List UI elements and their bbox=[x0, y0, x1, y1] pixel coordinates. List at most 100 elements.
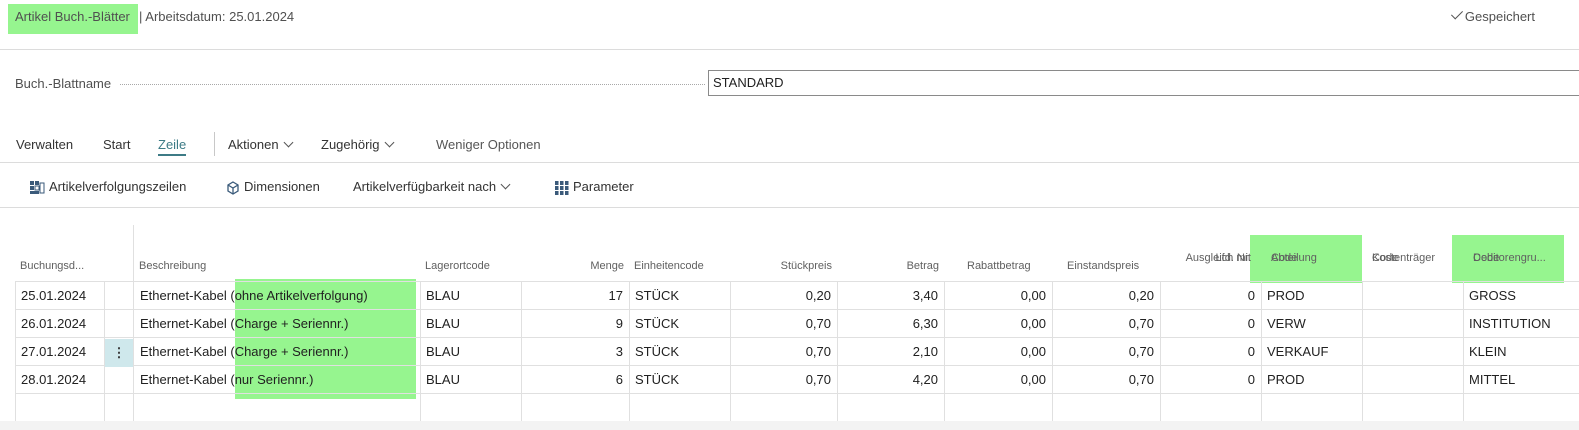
fewer-options-button[interactable]: Weniger Optionen bbox=[436, 136, 541, 154]
customer-group-cell[interactable]: KLEIN bbox=[1463, 338, 1579, 366]
amount-cell[interactable]: 4,20 bbox=[837, 366, 944, 394]
department-code-cell[interactable]: VERKAUF bbox=[1261, 338, 1362, 366]
col-header-unit-cost[interactable]: Einstandspreis bbox=[1052, 225, 1160, 282]
discount-cell[interactable]: 0,00 bbox=[944, 366, 1052, 394]
chevron-down-icon bbox=[384, 137, 394, 148]
cost-carrier-cell[interactable] bbox=[1362, 338, 1463, 366]
quantity-cell[interactable]: 3 bbox=[521, 338, 629, 366]
location-cell[interactable]: BLAU bbox=[420, 310, 521, 338]
description-note: (nur Seriennr.) bbox=[230, 372, 314, 387]
description-cell[interactable]: Ethernet-Kabel (Charge + Seriennr.) bbox=[134, 310, 420, 338]
batch-name-label: Buch.-Blattname bbox=[15, 76, 112, 91]
unit-price-cell[interactable]: 0,70 bbox=[730, 338, 837, 366]
customer-group-cell[interactable]: MITTEL bbox=[1463, 366, 1579, 394]
unit-cost-cell[interactable]: 0,70 bbox=[1052, 338, 1160, 366]
unit-price-cell[interactable]: 0,20 bbox=[730, 282, 837, 310]
unit-cell[interactable]: STÜCK bbox=[629, 310, 730, 338]
applies-to-entry-cell[interactable]: 0 bbox=[1160, 366, 1261, 394]
col-header-customer-group-code[interactable]: Debitorengru... Code bbox=[1463, 225, 1579, 282]
more-vertical-icon: ⋮ bbox=[112, 345, 126, 360]
tab-actions-label: Aktionen bbox=[228, 137, 279, 152]
customer-group-cell[interactable]: INSTITUTION bbox=[1463, 310, 1579, 338]
quantity-cell[interactable]: 9 bbox=[521, 310, 629, 338]
chevron-down-icon bbox=[283, 137, 294, 148]
description-item: Ethernet-Kabel bbox=[140, 344, 227, 359]
tab-actions[interactable]: Aktionen bbox=[228, 136, 294, 154]
posting-date-cell[interactable]: 25.01.2024 bbox=[15, 282, 104, 310]
divider bbox=[0, 49, 1579, 50]
description-item: Ethernet-Kabel bbox=[140, 316, 227, 331]
col-header-cost-carrier-code[interactable]: Kostenträger Code bbox=[1362, 225, 1463, 282]
field-leader-dots bbox=[120, 84, 705, 85]
item-tracking-label: Artikelverfolgungszeilen bbox=[49, 179, 187, 194]
checkmark-icon bbox=[1450, 7, 1463, 20]
col-header-unit[interactable]: Einheitencode bbox=[629, 225, 730, 282]
customer-group-cell[interactable]: GROSS bbox=[1463, 282, 1579, 310]
col-header-applies-to-entry[interactable]: Ausgleich mit Lfd. Nr. bbox=[1160, 225, 1261, 282]
amount-cell[interactable]: 6,30 bbox=[837, 310, 944, 338]
journal-lines-grid: Buchungsd... Beschreibung Lagerortcode M… bbox=[0, 225, 1579, 421]
unit-cost-cell[interactable]: 0,70 bbox=[1052, 310, 1160, 338]
applies-to-entry-cell[interactable]: 0 bbox=[1160, 338, 1261, 366]
applies-to-entry-cell[interactable]: 0 bbox=[1160, 310, 1261, 338]
col-header-quantity[interactable]: Menge bbox=[521, 225, 629, 282]
discount-cell[interactable]: 0,00 bbox=[944, 338, 1052, 366]
discount-cell[interactable]: 0,00 bbox=[944, 310, 1052, 338]
description-note: (Charge + Seriennr.) bbox=[230, 344, 349, 359]
description-cell[interactable]: Ethernet-Kabel (nur Seriennr.) bbox=[134, 366, 420, 394]
grid-footer bbox=[0, 421, 1579, 430]
item-availability-button[interactable]: Artikelverfügbarkeit nach bbox=[353, 178, 511, 196]
location-cell[interactable]: BLAU bbox=[420, 338, 521, 366]
col-header-amount[interactable]: Betrag bbox=[837, 225, 944, 282]
description-cell[interactable]: Ethernet-Kabel (Charge + Seriennr.) bbox=[134, 338, 420, 366]
department-code-cell[interactable]: VERW bbox=[1261, 310, 1362, 338]
discount-cell[interactable]: 0,00 bbox=[944, 282, 1052, 310]
saved-label: Gespeichert bbox=[1464, 9, 1535, 24]
tab-start[interactable]: Start bbox=[103, 136, 130, 154]
item-tracking-lines-button[interactable]: Artikelverfolgungszeilen bbox=[30, 178, 186, 196]
tab-manage[interactable]: Verwalten bbox=[16, 136, 73, 154]
location-cell[interactable]: BLAU bbox=[420, 282, 521, 310]
unit-cost-cell[interactable]: 0,70 bbox=[1052, 366, 1160, 394]
description-item: Ethernet-Kabel bbox=[140, 372, 227, 387]
quantity-cell[interactable]: 17 bbox=[521, 282, 629, 310]
unit-price-cell[interactable]: 0,70 bbox=[730, 310, 837, 338]
col-header-unit-price[interactable]: Stückpreis bbox=[730, 225, 837, 282]
item-tracking-icon bbox=[30, 180, 45, 194]
unit-cost-cell[interactable]: 0,20 bbox=[1052, 282, 1160, 310]
col-header-discount[interactable]: Rabattbetrag bbox=[944, 225, 1052, 282]
col-header-location[interactable]: Lagerortcode bbox=[420, 225, 521, 282]
cost-carrier-cell[interactable] bbox=[1362, 310, 1463, 338]
cost-carrier-cell[interactable] bbox=[1362, 282, 1463, 310]
col-header-department-code[interactable]: Abteilung Code bbox=[1261, 225, 1362, 282]
dimensions-label: Dimensionen bbox=[244, 179, 320, 194]
tab-separator bbox=[214, 132, 215, 156]
description-item: Ethernet-Kabel bbox=[140, 288, 227, 303]
amount-cell[interactable]: 3,40 bbox=[837, 282, 944, 310]
posting-date-cell[interactable]: 26.01.2024 bbox=[15, 310, 104, 338]
applies-to-entry-cell[interactable]: 0 bbox=[1160, 282, 1261, 310]
batch-name-input[interactable]: STANDARD bbox=[708, 70, 1579, 96]
department-code-cell[interactable]: PROD bbox=[1261, 282, 1362, 310]
unit-price-cell[interactable]: 0,70 bbox=[730, 366, 837, 394]
unit-cell[interactable]: STÜCK bbox=[629, 338, 730, 366]
location-cell[interactable]: BLAU bbox=[420, 366, 521, 394]
tab-line[interactable]: Zeile bbox=[158, 136, 187, 156]
unit-cell[interactable]: STÜCK bbox=[629, 366, 730, 394]
item-availability-label: Artikelverfügbarkeit nach bbox=[353, 179, 497, 194]
dimensions-icon bbox=[227, 180, 239, 195]
dimensions-button[interactable]: Dimensionen bbox=[226, 178, 320, 196]
unit-cell[interactable]: STÜCK bbox=[629, 282, 730, 310]
col-header-description[interactable]: Beschreibung bbox=[134, 225, 420, 282]
amount-cell[interactable]: 2,10 bbox=[837, 338, 944, 366]
posting-date-cell[interactable]: 27.01.2024 bbox=[15, 338, 104, 366]
parameters-button[interactable]: Parameter bbox=[555, 178, 634, 196]
posting-date-cell[interactable]: 28.01.2024 bbox=[15, 366, 104, 394]
description-cell[interactable]: Ethernet-Kabel (ohne Artikelverfolgung) bbox=[134, 282, 420, 310]
tab-related[interactable]: Zugehörig bbox=[321, 136, 394, 154]
col-header-posting-date[interactable]: Buchungsd... bbox=[15, 225, 105, 282]
row-menu-button[interactable]: ⋮ bbox=[105, 339, 133, 367]
cost-carrier-cell[interactable] bbox=[1362, 366, 1463, 394]
quantity-cell[interactable]: 6 bbox=[521, 366, 629, 394]
department-code-cell[interactable]: PROD bbox=[1261, 366, 1362, 394]
